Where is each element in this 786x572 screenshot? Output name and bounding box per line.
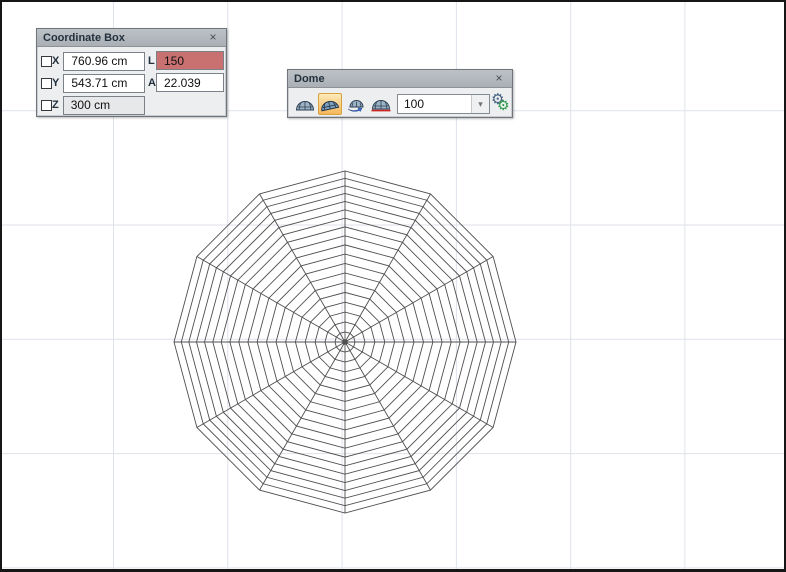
dome-mesh-button[interactable]	[318, 93, 342, 115]
segments-value[interactable]: 100	[398, 95, 471, 113]
length-label: L	[148, 55, 155, 67]
dome-rotate-button[interactable]	[344, 93, 368, 115]
angle-label: A	[148, 77, 156, 89]
dome-base-icon	[371, 97, 391, 112]
close-icon[interactable]: ×	[206, 31, 220, 45]
dome-base-button[interactable]	[369, 93, 393, 115]
dome-palette: Dome ×	[287, 69, 513, 118]
z-axis-label: Z	[52, 99, 59, 111]
coordinate-box-palette: Coordinate Box × X 760.96 cm L 150 Y 543…	[36, 28, 227, 117]
angle-value-field[interactable]: 22.039	[156, 73, 224, 92]
lock-x-checkbox[interactable]	[41, 56, 52, 67]
settings-button[interactable]: ⚙ ⚙	[491, 93, 512, 115]
coordinate-box-titlebar[interactable]: Coordinate Box ×	[37, 29, 226, 47]
close-icon[interactable]: ×	[492, 72, 506, 86]
lock-y-checkbox[interactable]	[41, 78, 52, 89]
dome-palette-titlebar[interactable]: Dome ×	[288, 70, 512, 88]
segments-combobox[interactable]: 100 ▾	[397, 94, 490, 114]
drawing-window: Coordinate Box × X 760.96 cm L 150 Y 543…	[0, 0, 786, 572]
x-value-field[interactable]: 760.96 cm	[63, 52, 145, 71]
x-axis-label: X	[52, 55, 59, 67]
dome-center-point[interactable]	[342, 339, 348, 345]
dome-toolbar: 100 ▾ ⚙ ⚙	[288, 89, 512, 117]
z-value-field[interactable]: 300 cm	[63, 96, 145, 115]
dome-mesh-icon	[320, 97, 340, 112]
y-axis-label: Y	[52, 77, 59, 89]
dome-palette-title: Dome	[294, 73, 492, 85]
length-value-field[interactable]: 150	[156, 51, 224, 70]
dome-solid-icon	[295, 97, 315, 112]
lock-z-checkbox[interactable]	[41, 100, 52, 111]
chevron-down-icon[interactable]: ▾	[471, 95, 489, 113]
coordinate-box-title: Coordinate Box	[43, 32, 206, 44]
gear-icon: ⚙	[497, 97, 510, 114]
y-value-field[interactable]: 543.71 cm	[63, 74, 145, 93]
dome-rotate-icon	[346, 97, 366, 112]
dome-solid-button[interactable]	[293, 93, 317, 115]
